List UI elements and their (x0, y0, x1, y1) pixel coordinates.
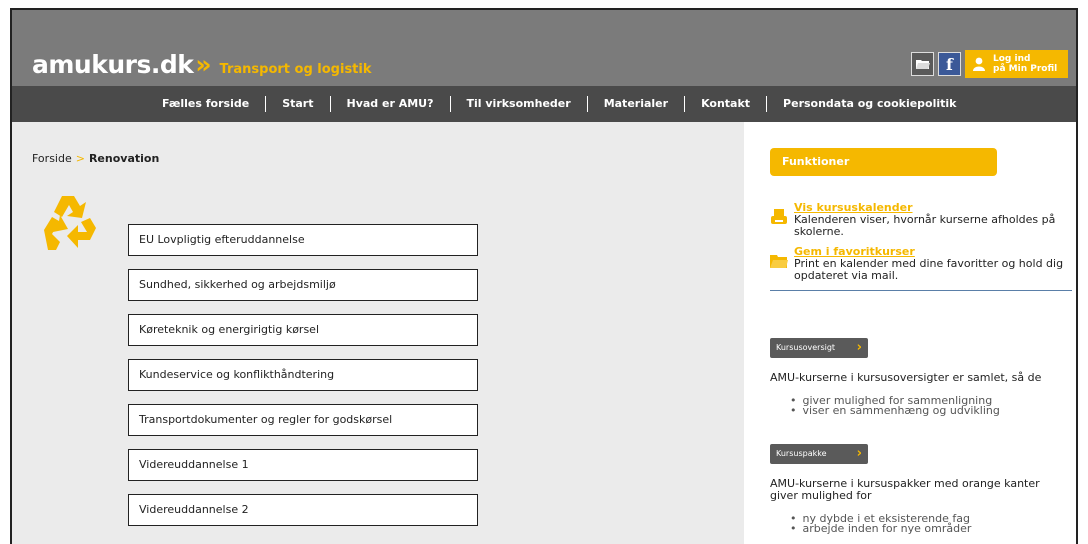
user-icon (973, 57, 985, 71)
site-container: amukurs.dk » Transport og logistik f Log… (10, 8, 1078, 544)
breadcrumb: Forside > Renovation (32, 152, 159, 165)
calendar-printer-icon (771, 209, 787, 224)
breadcrumb-separator: > (75, 152, 85, 165)
site-subtitle: Transport og logistik (219, 62, 372, 77)
login-sublabel: på Min Profil (993, 64, 1058, 74)
course-item-eu-lovpligtig[interactable]: EU Lovpligtig efteruddannelse (128, 224, 478, 256)
package-bullets: ny dybde i et eksisterende fag arbejde i… (790, 513, 972, 534)
facebook-icon[interactable]: f (938, 52, 961, 76)
login-button[interactable]: Log ind på Min Profil (965, 50, 1068, 78)
chevron-right-icon: › (856, 446, 862, 461)
nav-item-faelles-forside[interactable]: Fælles forside (146, 96, 267, 112)
kursuspakke-tag[interactable]: Kursuspakke › (770, 444, 868, 464)
nav-item-persondata[interactable]: Persondata og cookiepolitik (767, 96, 972, 112)
course-item-videreuddannelse-1[interactable]: Videreuddannelse 1 (128, 449, 478, 481)
package-text: AMU-kurserne i kursuspakker med orange k… (770, 477, 1040, 502)
kursuspakke-tag-label: Kursuspakke (776, 449, 827, 458)
overview-text: AMU-kurserne i kursusoversigter er samle… (770, 371, 1042, 384)
folder-icon[interactable] (911, 52, 934, 76)
site-logo[interactable]: amukurs.dk » Transport og logistik (32, 50, 372, 79)
nav-item-kontakt[interactable]: Kontakt (685, 96, 768, 112)
course-item-koereteknik[interactable]: Køreteknik og energirigtig kørsel (128, 314, 478, 346)
folder-icon (770, 255, 788, 268)
nav-item-til-virksomheder[interactable]: Til virksomheder (451, 96, 588, 112)
page-margin-left (0, 0, 10, 544)
login-label: Log ind (993, 54, 1031, 64)
header-actions: f Log ind på Min Profil (911, 50, 1068, 78)
main-navigation: Fælles forside Start Hvad er AMU? Til vi… (12, 86, 1076, 122)
course-item-videreuddannelse-2[interactable]: Videreuddannelse 2 (128, 494, 478, 526)
breadcrumb-current: Renovation (88, 152, 160, 165)
functions-header: Funktioner (770, 148, 997, 176)
sidebar: Funktioner Vis kursuskalender Kalenderen… (744, 122, 1076, 544)
course-item-kundeservice[interactable]: Kundeservice og konflikthåndtering (128, 359, 478, 391)
main-content: Forside > Renovation EU Lovpligtig efterud… (12, 122, 744, 544)
course-list: EU Lovpligtig efteruddannelse Sundhed, s… (128, 224, 478, 539)
course-item-transportdokumenter[interactable]: Transportdokumenter og regler for godskø… (128, 404, 478, 436)
kursusoversigt-tag-label: Kursusoversigt (776, 343, 836, 352)
calendar-function: Vis kursuskalender Kalenderen viser, hvo… (770, 202, 1066, 238)
nav-item-start[interactable]: Start (266, 96, 331, 112)
favorites-function: Gem i favoritkurser Print en kalender me… (770, 246, 1066, 282)
sidebar-divider (770, 290, 1072, 291)
overview-bullets: giver mulighed for sammenligning viser e… (790, 395, 1000, 416)
nav-item-hvad-er-amu[interactable]: Hvad er AMU? (331, 96, 451, 112)
favorites-description: Print en kalender med dine favoritter og… (794, 257, 1064, 282)
calendar-description: Kalenderen viser, hvornår kurserne afhol… (794, 213, 1056, 238)
kursusoversigt-tag[interactable]: Kursusoversigt › (770, 338, 868, 358)
page-margin-right (1078, 0, 1088, 544)
list-item: viser en sammenhæng og udvikling (790, 405, 1000, 416)
nav-item-materialer[interactable]: Materialer (588, 96, 686, 112)
logo-text: amukurs.dk (32, 50, 194, 79)
logo-arrows-icon: » (195, 50, 211, 79)
header: amukurs.dk » Transport og logistik f Log… (12, 10, 1076, 86)
breadcrumb-home[interactable]: Forside (32, 152, 72, 165)
list-item: arbejde inden for nye områder (790, 523, 972, 534)
course-item-sundhed[interactable]: Sundhed, sikkerhed og arbejdsmiljø (128, 269, 478, 301)
chevron-right-icon: › (856, 340, 862, 355)
recycle-icon (44, 196, 96, 250)
